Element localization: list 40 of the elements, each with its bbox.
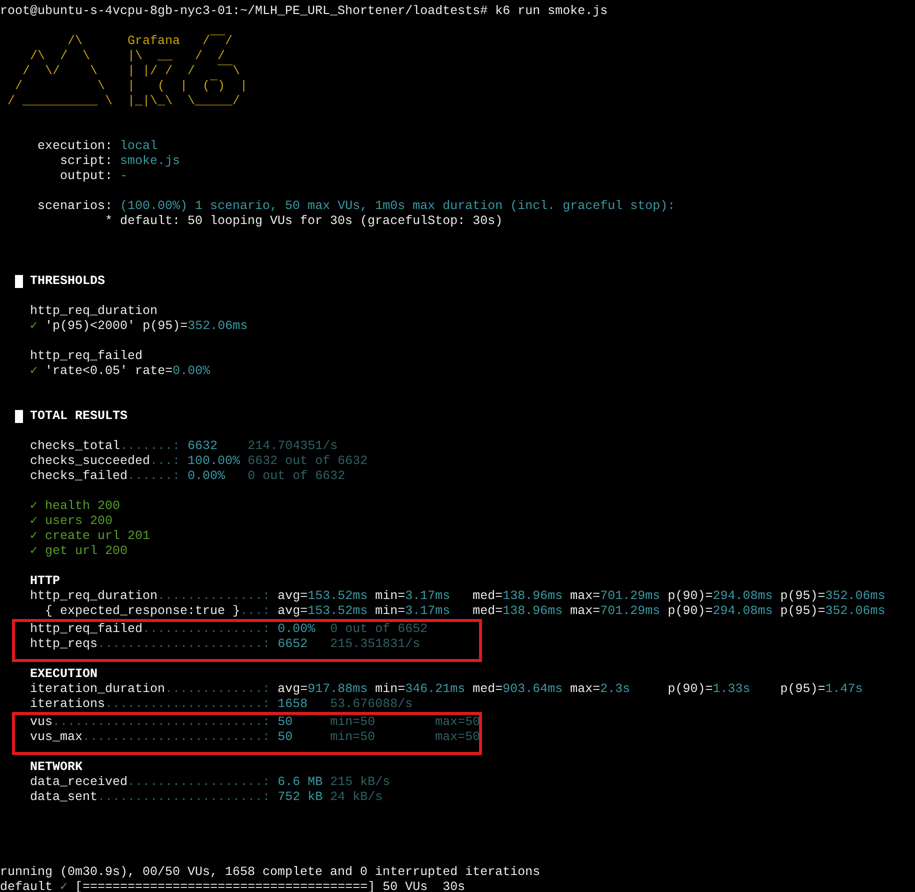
terminal-line: vus............................: 50 min=50 max=50 [29, 715, 480, 729]
terminal-line: http_req_duration [29, 304, 158, 318]
terminal-line: ✓ 'rate<0.05' rate=0.00% [29, 364, 210, 378]
terminal-line: iteration_duration.............: avg=917.88ms min=346.21ms med=903.64ms max=2.3s p(90)=1.33s p(95)=1.47s [29, 682, 863, 696]
terminal-line: * default: 50 looping VUs for 30s (gracefulStop: 30s) [104, 214, 503, 228]
terminal-line: checks_succeeded...: 100.00% 6632 out of 6632 [29, 454, 368, 468]
ascii-logo-line: / \/ \ | |/ / / ‾‾\ [22, 64, 240, 78]
terminal-line: data_received..................: 6.6 MB 215 kB/s [29, 775, 390, 789]
section-marker-icon [15, 410, 23, 423]
terminal-line: ✓ 'p(95)<2000' p(95)=352.06ms [29, 319, 248, 333]
terminal-line: ✓ health 200 [29, 499, 120, 513]
terminal-line: data_sent......................: 752 kB 24 kB/s [29, 790, 383, 804]
section-heading: EXECUTION [30, 667, 98, 681]
terminal-line: ✓ create url 201 [29, 529, 150, 543]
terminal-line: http_req_failed [29, 349, 143, 363]
ascii-logo-line: /\ / \ |\ __ / / [29, 49, 226, 63]
terminal-line: script: smoke.js [59, 154, 180, 168]
section-heading: THRESHOLDS [30, 274, 106, 289]
ascii-logo-line: /\ Grafana /‾‾/ [66, 34, 233, 48]
terminal-line: execution: local [36, 139, 158, 153]
terminal-line: output: - [59, 169, 128, 183]
command-prompt: root@ubuntu-s-4vcpu-8gb-nyc3-01:~/MLH_PE_URL_Shortener/loadtests# k6 run smoke.js [0, 4, 608, 18]
terminal-line: vus_max........................: 50 min=50 max=50 [29, 730, 480, 744]
terminal-line: checks_failed......: 0.00% 0 out of 6632 [29, 469, 346, 483]
section-marker-icon [15, 275, 23, 288]
terminal-line: scenarios: (100.00%) 1 scenario, 50 max VUs, 1m0s max duration (incl. graceful stop): [36, 199, 676, 213]
terminal-line: checks_total.......: 6632 214.704351/s [29, 439, 338, 453]
terminal-line: http_req_duration..............: avg=153.52ms min=3.17ms med=138.96ms max=701.29ms p(90)=294.08ms p(95)=352.06ms [29, 589, 886, 603]
ascii-logo-line: / __________ \ |_|\_\ \_____/ [6, 94, 240, 108]
terminal-line: ✓ users 200 [29, 514, 113, 528]
terminal-line: iterations.....................: 1658 53.676088/s [29, 697, 413, 711]
terminal-line: { expected_response:true }...: avg=153.52ms min=3.17ms med=138.96ms max=701.29ms p(90)=294.08ms p(95)=352.06ms [44, 604, 886, 618]
ascii-logo-line: / \ | ( | (‾) | [14, 79, 248, 93]
terminal-line: ✓ get url 200 [29, 544, 128, 558]
terminal-line: running (0m30.9s), 00/50 VUs, 1658 complete and 0 interrupted iterations [0, 865, 540, 879]
section-heading: TOTAL RESULTS [30, 409, 128, 424]
terminal-line: http_req_failed................: 0.00% 0 out of 6652 [29, 622, 428, 636]
section-heading: HTTP [30, 574, 60, 588]
terminal-line: http_reqs......................: 6652 215.351831/s [29, 637, 420, 651]
section-heading: NETWORK [30, 760, 83, 774]
